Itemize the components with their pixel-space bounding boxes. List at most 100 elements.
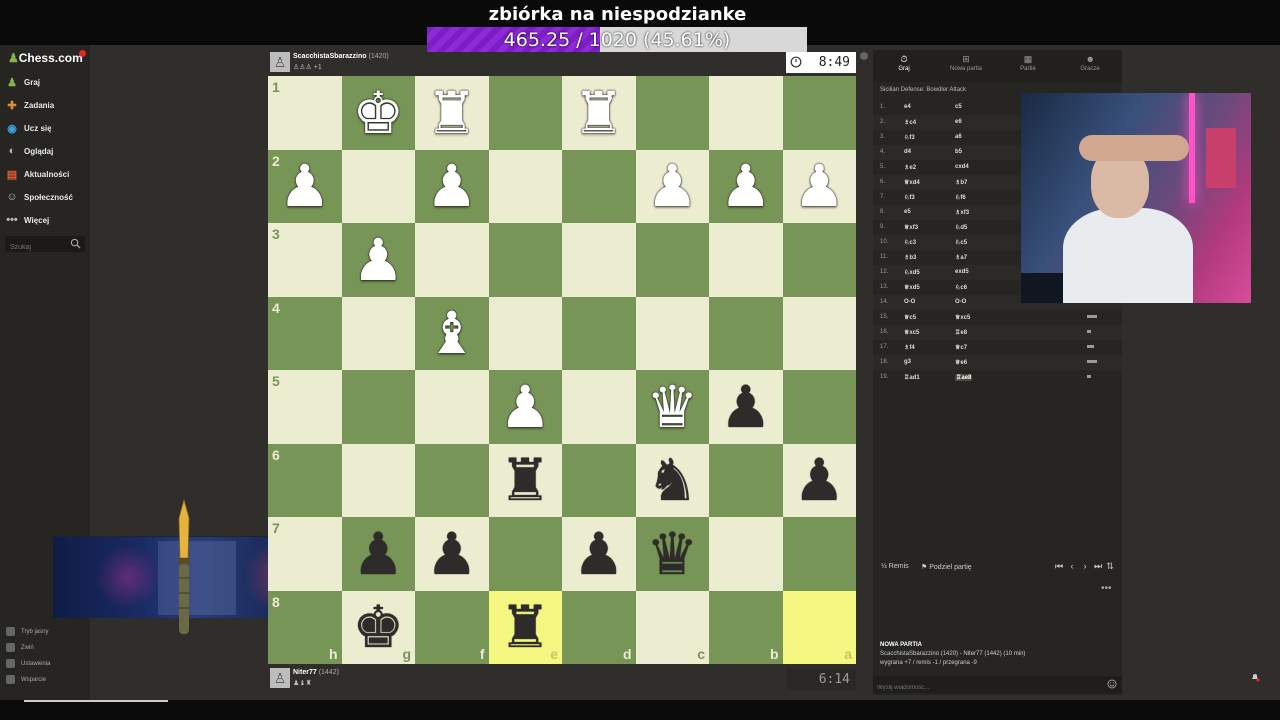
chat-box[interactable] <box>873 676 1122 697</box>
white-bishop-piece[interactable]: ♝ <box>426 304 478 362</box>
sidebar-item-3[interactable]: ◐ Oglądaj <box>6 141 54 161</box>
search-box[interactable] <box>5 236 85 256</box>
black-pawn-piece[interactable]: ♟ <box>720 378 772 436</box>
black-move[interactable]: ♗xf3 <box>955 209 969 216</box>
square-a5[interactable] <box>782 370 856 444</box>
white-move[interactable]: ♗b3 <box>904 254 916 261</box>
sidebar-item-0[interactable]: ♟ Graj <box>6 72 40 92</box>
white-move[interactable]: e4 <box>904 104 911 110</box>
black-move[interactable]: a6 <box>955 134 962 140</box>
square-h1[interactable]: 1 <box>268 76 342 150</box>
square-f2[interactable]: ♟ <box>415 149 489 223</box>
bottom-player-name[interactable]: Niter77 (1442) <box>293 669 339 676</box>
sidebar-item-2[interactable]: ◉ Ucz się <box>6 118 51 138</box>
square-a4[interactable] <box>782 296 856 370</box>
white-pawn-piece[interactable]: ♟ <box>426 157 478 215</box>
square-f5[interactable] <box>415 370 489 444</box>
square-g4[interactable] <box>341 296 415 370</box>
black-queen-piece[interactable]: ♛ <box>646 525 698 583</box>
sidebar-item-5[interactable]: ☺ Społeczność <box>6 187 73 207</box>
square-e6[interactable]: ♜ <box>488 443 562 517</box>
square-d1[interactable]: ♜ <box>562 76 636 150</box>
last-move-icon[interactable]: ⏭ <box>1093 561 1103 573</box>
square-g6[interactable] <box>341 443 415 517</box>
draw-button[interactable]: ½ Remis <box>881 563 909 570</box>
square-c3[interactable] <box>635 223 709 297</box>
square-h7[interactable]: 7 <box>268 517 342 591</box>
white-move[interactable]: d4 <box>904 149 911 155</box>
chat-input[interactable] <box>873 679 1093 697</box>
square-f6[interactable] <box>415 443 489 517</box>
white-pawn-piece[interactable]: ♟ <box>352 231 404 289</box>
black-move[interactable]: ♖ae8 <box>955 374 973 381</box>
square-a8[interactable]: a <box>782 590 856 664</box>
black-move[interactable]: exd5 <box>955 269 969 275</box>
square-a3[interactable] <box>782 223 856 297</box>
square-d2[interactable] <box>562 149 636 223</box>
square-b6[interactable] <box>709 443 783 517</box>
white-move[interactable]: ♘f3 <box>904 134 915 141</box>
white-move[interactable]: O-O <box>904 299 915 305</box>
square-d4[interactable] <box>562 296 636 370</box>
black-move[interactable]: ♘c5 <box>955 239 967 246</box>
square-f4[interactable]: ♝ <box>415 296 489 370</box>
black-knight-piece[interactable]: ♞ <box>646 451 698 509</box>
white-pawn-piece[interactable]: ♟ <box>499 378 551 436</box>
white-move[interactable]: ♘xd5 <box>904 269 920 276</box>
square-c5[interactable]: ♛ <box>635 370 709 444</box>
square-b8[interactable]: b <box>709 590 783 664</box>
square-g3[interactable]: ♟ <box>341 223 415 297</box>
top-player-name[interactable]: ScacchistaSbarazzino (1420) <box>293 53 389 60</box>
square-e4[interactable] <box>488 296 562 370</box>
black-rook-piece[interactable]: ♜ <box>499 598 551 656</box>
black-move[interactable]: ♕c7 <box>955 344 967 351</box>
first-move-icon[interactable]: ⏮ <box>1054 561 1064 573</box>
white-move[interactable]: ♗e2 <box>904 164 916 171</box>
white-move[interactable]: e5 <box>904 209 911 215</box>
square-e2[interactable] <box>488 149 562 223</box>
square-d6[interactable] <box>562 443 636 517</box>
black-move[interactable]: O-O <box>955 299 966 305</box>
share-button[interactable]: ⚑ Podziel partię <box>921 563 972 571</box>
square-b2[interactable]: ♟ <box>709 149 783 223</box>
close-icon[interactable] <box>860 52 868 60</box>
square-e5[interactable]: ♟ <box>488 370 562 444</box>
flip-board-icon[interactable]: ⇅ <box>1105 561 1115 573</box>
square-f3[interactable] <box>415 223 489 297</box>
sidebar-item-6[interactable]: ••• Więcej <box>6 210 49 230</box>
bottom-player-avatar[interactable]: ♙ <box>270 668 290 688</box>
sidebar-bottom-item-3[interactable]: Wsparcie <box>6 675 46 684</box>
black-pawn-piece[interactable]: ♟ <box>793 451 845 509</box>
square-c6[interactable]: ♞ <box>635 443 709 517</box>
white-pawn-piece[interactable]: ♟ <box>279 157 331 215</box>
square-e8[interactable]: e ♜ <box>488 590 562 664</box>
square-c7[interactable]: ♛ <box>635 517 709 591</box>
square-e7[interactable] <box>488 517 562 591</box>
square-b7[interactable] <box>709 517 783 591</box>
square-g7[interactable]: ♟ <box>341 517 415 591</box>
more-options-icon[interactable]: ••• <box>1101 583 1112 594</box>
black-move[interactable]: ♗b7 <box>955 179 967 186</box>
black-pawn-piece[interactable]: ♟ <box>352 525 404 583</box>
next-move-icon[interactable]: › <box>1080 561 1090 573</box>
sidebar-bottom-item-2[interactable]: Ustawienia <box>6 659 50 668</box>
square-d7[interactable]: ♟ <box>562 517 636 591</box>
square-c4[interactable] <box>635 296 709 370</box>
black-pawn-piece[interactable]: ♟ <box>426 525 478 583</box>
white-move[interactable]: ♕xd4 <box>904 179 920 186</box>
chess-board[interactable]: 1 ♚ ♜ ♜ 2 ♟ ♟ ♟ ♟ ♟ 3 ♟ 4 ♝ 5 ♟ ♛ ♟ 6 ♜ ♞ ♟ 7 ♟ ♟ ♟ ♛ 8 h g ♚ f e ♜ d c b a <box>268 76 856 664</box>
square-c8[interactable]: c <box>635 590 709 664</box>
square-b1[interactable] <box>709 76 783 150</box>
sidebar-item-4[interactable]: ▤ Aktualności <box>6 164 70 184</box>
black-move[interactable]: e6 <box>955 119 962 125</box>
white-move[interactable]: ♘c3 <box>904 239 916 246</box>
square-f7[interactable]: ♟ <box>415 517 489 591</box>
square-g1[interactable]: ♚ <box>341 76 415 150</box>
square-b4[interactable] <box>709 296 783 370</box>
black-move[interactable]: ♖e8 <box>955 329 967 336</box>
square-d8[interactable]: d <box>562 590 636 664</box>
black-move[interactable]: c5 <box>955 104 962 110</box>
black-move[interactable]: ♘c6 <box>955 284 967 291</box>
black-pawn-piece[interactable]: ♟ <box>573 525 625 583</box>
white-move[interactable]: ♗c4 <box>904 119 916 126</box>
